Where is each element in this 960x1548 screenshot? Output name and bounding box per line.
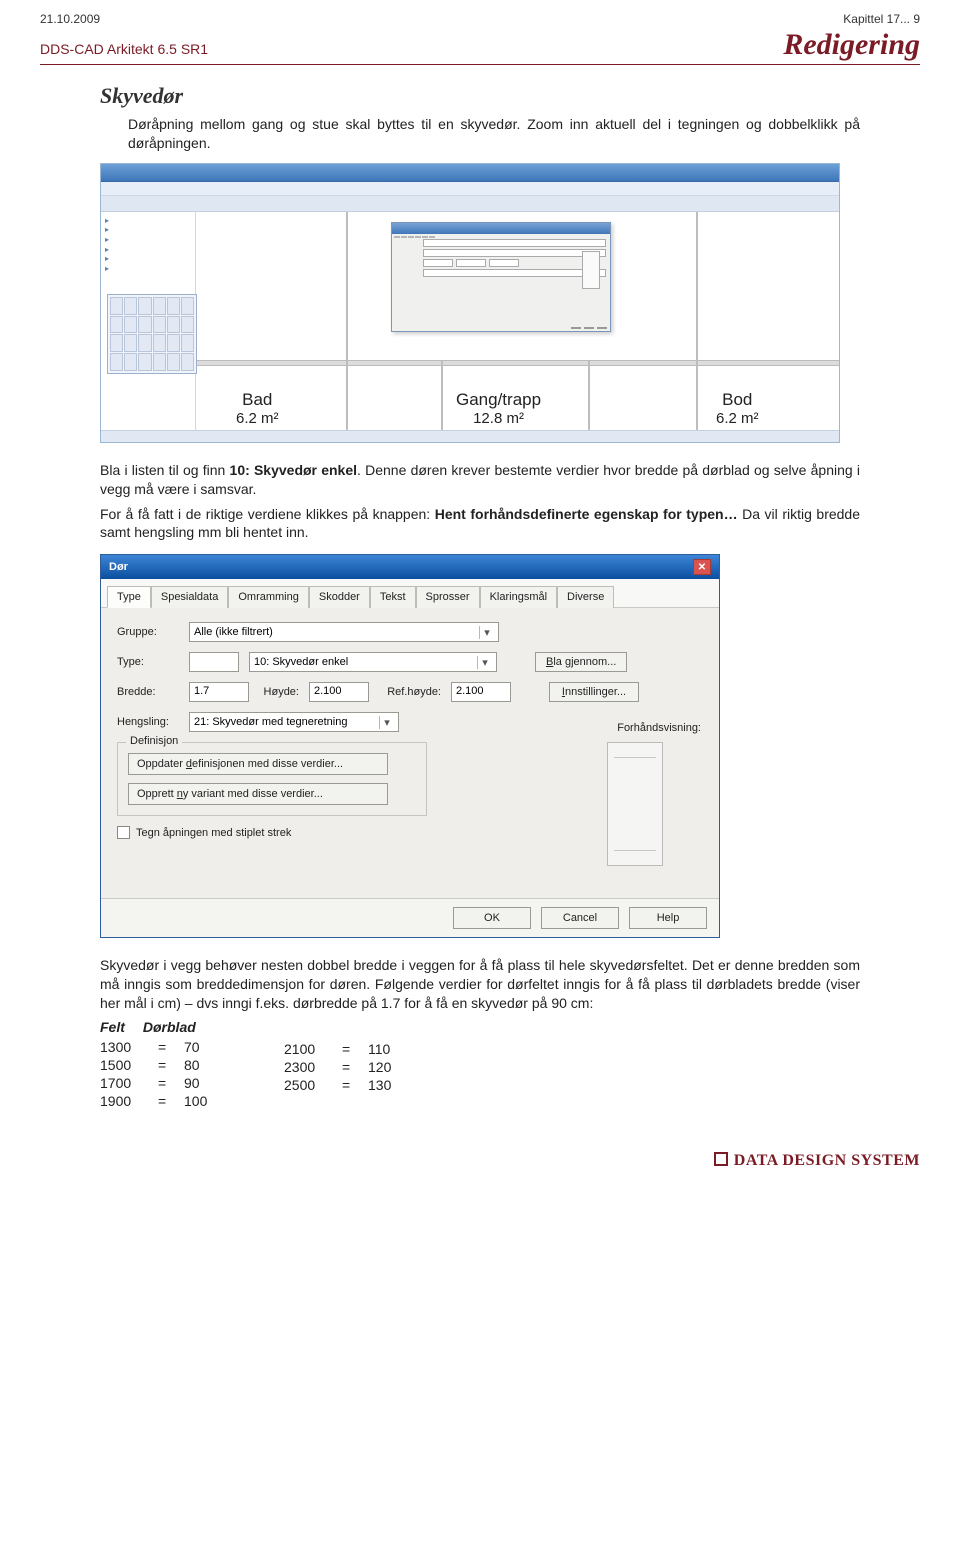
cad-statusbar <box>101 430 839 442</box>
select-hengsling[interactable]: 21: Skyvedør med tegneretning▾ <box>189 712 399 732</box>
header-product: DDS-CAD Arkitekt 6.5 SR1 <box>40 41 208 57</box>
cad-screenshot: Bad 6.2 m² Gang/trapp 12.8 m² Bod 6.2 m² <box>100 163 840 443</box>
browse-button[interactable]: Bla gjennom... <box>535 652 627 672</box>
close-icon[interactable]: ✕ <box>693 559 711 575</box>
cad-tool-palette <box>107 294 197 374</box>
room-bod-name: Bod <box>716 390 759 410</box>
room-gang-name: Gang/trapp <box>456 390 541 410</box>
legend-definisjon: Definisjon <box>126 735 182 747</box>
fd-cell: 1300 <box>100 1039 158 1055</box>
tab-sprosser[interactable]: Sprosser <box>416 586 480 608</box>
room-bad-area: 6.2 m² <box>236 410 279 427</box>
input-hoyde[interactable]: 2.100 <box>309 682 369 702</box>
fd-cell: 130 <box>368 1077 408 1093</box>
input-refhoyde[interactable]: 2.100 <box>451 682 511 702</box>
fd-cell: 80 <box>184 1057 224 1073</box>
label-bredde: Bredde: <box>117 686 179 698</box>
label-type: Type: <box>117 656 179 668</box>
label-hengsling: Hengsling: <box>117 716 179 728</box>
fd-cell: 1700 <box>100 1075 158 1091</box>
fd-cell: 70 <box>184 1039 224 1055</box>
cad-toolbar <box>101 196 839 212</box>
new-variant-button[interactable]: Opprett ny variant med disse verdier... <box>128 783 388 805</box>
tab-spesialdata[interactable]: Spesialdata <box>151 586 229 608</box>
tab-omramming[interactable]: Omramming <box>228 586 309 608</box>
fd-cell: 2100 <box>284 1041 342 1057</box>
section-title: Skyvedør <box>100 83 860 109</box>
fd-cell: 120 <box>368 1059 408 1075</box>
ok-button[interactable]: OK <box>453 907 531 929</box>
label-stiplet: Tegn åpningen med stiplet strek <box>136 827 291 839</box>
tab-skodder[interactable]: Skodder <box>309 586 370 608</box>
tab-type[interactable]: Type <box>107 586 151 608</box>
room-bod-area: 6.2 m² <box>716 410 759 427</box>
door-dialog: Dør ✕ Type Spesialdata Omramming Skodder… <box>100 554 720 938</box>
tab-tekst[interactable]: Tekst <box>370 586 416 608</box>
paragraph-1: Døråpning mellom gang og stue skal bytte… <box>100 115 860 153</box>
paragraph-3: For å få fatt i de riktige verdiene klik… <box>100 505 860 543</box>
fd-cell: 2500 <box>284 1077 342 1093</box>
fd-cell: 1500 <box>100 1057 158 1073</box>
fd-cell: 2300 <box>284 1059 342 1075</box>
cad-canvas: Bad 6.2 m² Gang/trapp 12.8 m² Bod 6.2 m² <box>196 212 839 430</box>
fd-cell: 110 <box>368 1041 408 1057</box>
dialog-tabs: Type Spesialdata Omramming Skodder Tekst… <box>101 579 719 608</box>
cancel-button[interactable]: Cancel <box>541 907 619 929</box>
fd-header-dorblad: Dørblad <box>143 1019 196 1035</box>
label-hoyde: Høyde: <box>259 686 299 698</box>
fd-cell: 1900 <box>100 1093 158 1109</box>
fd-header-felt: Felt <box>100 1019 125 1035</box>
checkbox-stiplet[interactable] <box>117 826 130 839</box>
dialog-title: Dør <box>109 561 128 573</box>
footer-logo: DATA DESIGN SYSTEM <box>40 1151 920 1170</box>
settings-button[interactable]: Innstillinger... <box>549 682 639 702</box>
room-gang-area: 12.8 m² <box>456 410 541 427</box>
header-chapter-ref: Kapittel 17... 9 <box>843 12 920 26</box>
cad-menubar <box>101 182 839 196</box>
fieldset-definisjon: Definisjon Oppdater definisjonen med dis… <box>117 742 427 816</box>
paragraph-2: Bla i listen til og finn 10: Skyvedør en… <box>100 461 860 499</box>
input-bredde[interactable]: 1.7 <box>189 682 249 702</box>
room-bad-name: Bad <box>236 390 279 410</box>
update-definition-button[interactable]: Oppdater definisjonen med disse verdier.… <box>128 753 388 775</box>
door-preview <box>607 742 663 866</box>
select-type[interactable]: 10: Skyvedør enkel▾ <box>249 652 497 672</box>
help-button[interactable]: Help <box>629 907 707 929</box>
fd-cell: 100 <box>184 1093 224 1109</box>
input-type-code[interactable] <box>189 652 239 672</box>
label-preview: Forhåndsvisning: <box>617 722 701 734</box>
logo-icon <box>714 1152 728 1166</box>
header-date: 21.10.2009 <box>40 12 100 26</box>
paragraph-4: Skyvedør i vegg behøver nesten dobbel br… <box>100 956 860 1013</box>
label-gruppe: Gruppe: <box>117 626 179 638</box>
chapter-title: Redigering <box>783 28 920 62</box>
fd-cell: 90 <box>184 1075 224 1091</box>
felt-dorblad-table: Felt Dørblad 1300=70 1500=80 1700=90 190… <box>100 1019 860 1111</box>
label-refhoyde: Ref.høyde: <box>379 686 441 698</box>
cad-mini-dialog <box>391 222 611 332</box>
cad-titlebar <box>101 164 839 182</box>
select-gruppe[interactable]: Alle (ikke filtrert)▾ <box>189 622 499 642</box>
tab-diverse[interactable]: Diverse <box>557 586 614 608</box>
tab-klaringsmal[interactable]: Klaringsmål <box>480 586 557 608</box>
